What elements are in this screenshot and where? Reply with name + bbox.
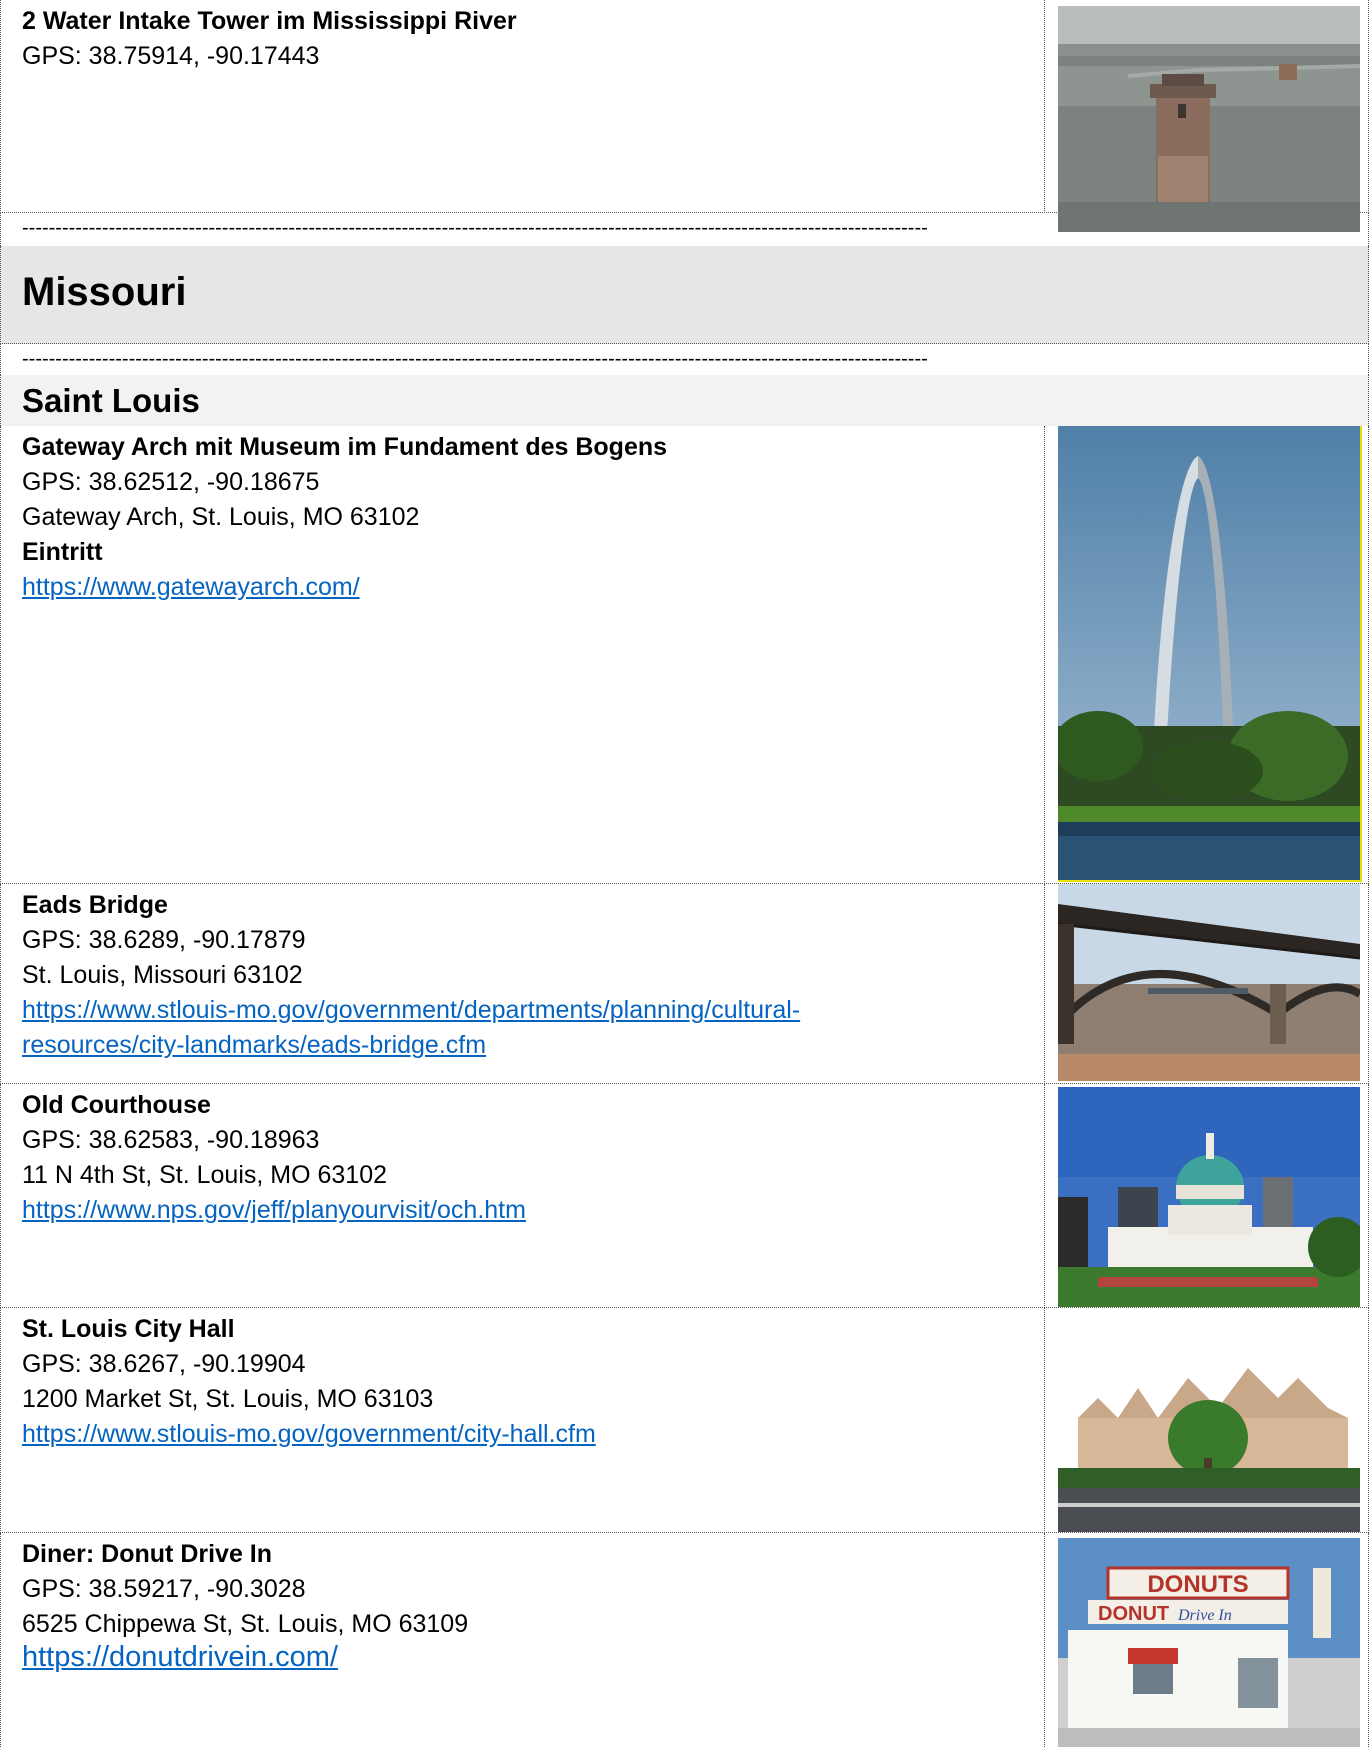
- column-divider: [1044, 1084, 1045, 1308]
- eads-bridge-photo: [1058, 884, 1360, 1081]
- entry-gps: GPS: 38.75914, -90.17443: [22, 42, 320, 70]
- city-heading-row: Saint Louis: [0, 375, 1369, 426]
- entry-row-donut-drive-in: Diner: Donut Drive In GPS: 38.59217, -90…: [0, 1533, 1369, 1747]
- separator-line: ----------------------------------------…: [22, 217, 928, 239]
- column-divider: [1044, 1308, 1045, 1533]
- intake-tower-photo: [1058, 6, 1360, 232]
- entry-address: 6525 Chippewa St, St. Louis, MO 63109: [22, 1610, 469, 1638]
- column-divider: [1044, 884, 1045, 1084]
- entry-title: 2 Water Intake Tower im Mississippi Rive…: [22, 7, 517, 35]
- entry-gps: GPS: 38.62512, -90.18675: [22, 468, 320, 496]
- entry-link-continued[interactable]: resources/city-landmarks/eads-bridge.cfm: [22, 1028, 486, 1063]
- entry-row-eads-bridge: Eads Bridge GPS: 38.6289, -90.17879 St. …: [0, 884, 1369, 1084]
- old-courthouse-photo: [1058, 1087, 1360, 1307]
- separator-row: ----------------------------------------…: [0, 344, 1369, 375]
- entry-gps: GPS: 38.6267, -90.19904: [22, 1350, 306, 1378]
- entry-title: Eads Bridge: [22, 891, 168, 919]
- entry-row-intake: 2 Water Intake Tower im Mississippi Rive…: [0, 0, 1369, 232]
- column-divider: [1044, 426, 1045, 884]
- column-divider: [1044, 1533, 1045, 1747]
- donut-sign-small: DONUT: [1098, 1603, 1169, 1625]
- entry-link[interactable]: https://www.stlouis-mo.gov/government/de…: [22, 993, 800, 1028]
- entry-address: 1200 Market St, St. Louis, MO 63103: [22, 1385, 434, 1413]
- city-hall-photo: [1058, 1308, 1360, 1532]
- donut-sign-script: Drive In: [1177, 1607, 1232, 1624]
- entry-gps: GPS: 38.62583, -90.18963: [22, 1126, 320, 1154]
- state-heading: Missouri: [22, 270, 187, 314]
- entry-row-old-courthouse: Old Courthouse GPS: 38.62583, -90.18963 …: [0, 1084, 1369, 1308]
- entry-gps: GPS: 38.59217, -90.3028: [22, 1575, 306, 1603]
- donut-sign-big: DONUTS: [1147, 1571, 1248, 1598]
- entry-link[interactable]: https://donutdrivein.com/: [22, 1640, 338, 1675]
- entry-gps: GPS: 38.6289, -90.17879: [22, 926, 306, 954]
- entry-address: Gateway Arch, St. Louis, MO 63102: [22, 503, 420, 531]
- column-divider: [1044, 0, 1045, 213]
- donut-drive-in-photo: DONUTS DONUT Drive In: [1058, 1538, 1360, 1747]
- entry-title: Gateway Arch mit Museum im Fundament des…: [22, 433, 668, 461]
- state-heading-row: Missouri: [0, 246, 1369, 344]
- entry-link[interactable]: https://www.stlouis-mo.gov/government/ci…: [22, 1417, 596, 1452]
- entry-title: St. Louis City Hall: [22, 1315, 235, 1343]
- entry-link[interactable]: https://www.gatewayarch.com/: [22, 570, 360, 605]
- gateway-arch-photo: [1058, 426, 1362, 882]
- entry-address: St. Louis, Missouri 63102: [22, 961, 303, 989]
- entry-row-gateway-arch: Gateway Arch mit Museum im Fundament des…: [0, 426, 1369, 884]
- entry-row-city-hall: St. Louis City Hall GPS: 38.6267, -90.19…: [0, 1308, 1369, 1533]
- entry-extra: Eintritt: [22, 538, 103, 566]
- separator-row: ----------------------------------------…: [0, 213, 1369, 246]
- separator-line: ----------------------------------------…: [22, 348, 928, 370]
- entry-title: Old Courthouse: [22, 1091, 211, 1119]
- entry-link[interactable]: https://www.nps.gov/jeff/planyourvisit/o…: [22, 1193, 526, 1228]
- entry-address: 11 N 4th St, St. Louis, MO 63102: [22, 1161, 388, 1189]
- entry-title: Diner: Donut Drive In: [22, 1540, 273, 1568]
- city-heading: Saint Louis: [22, 382, 200, 419]
